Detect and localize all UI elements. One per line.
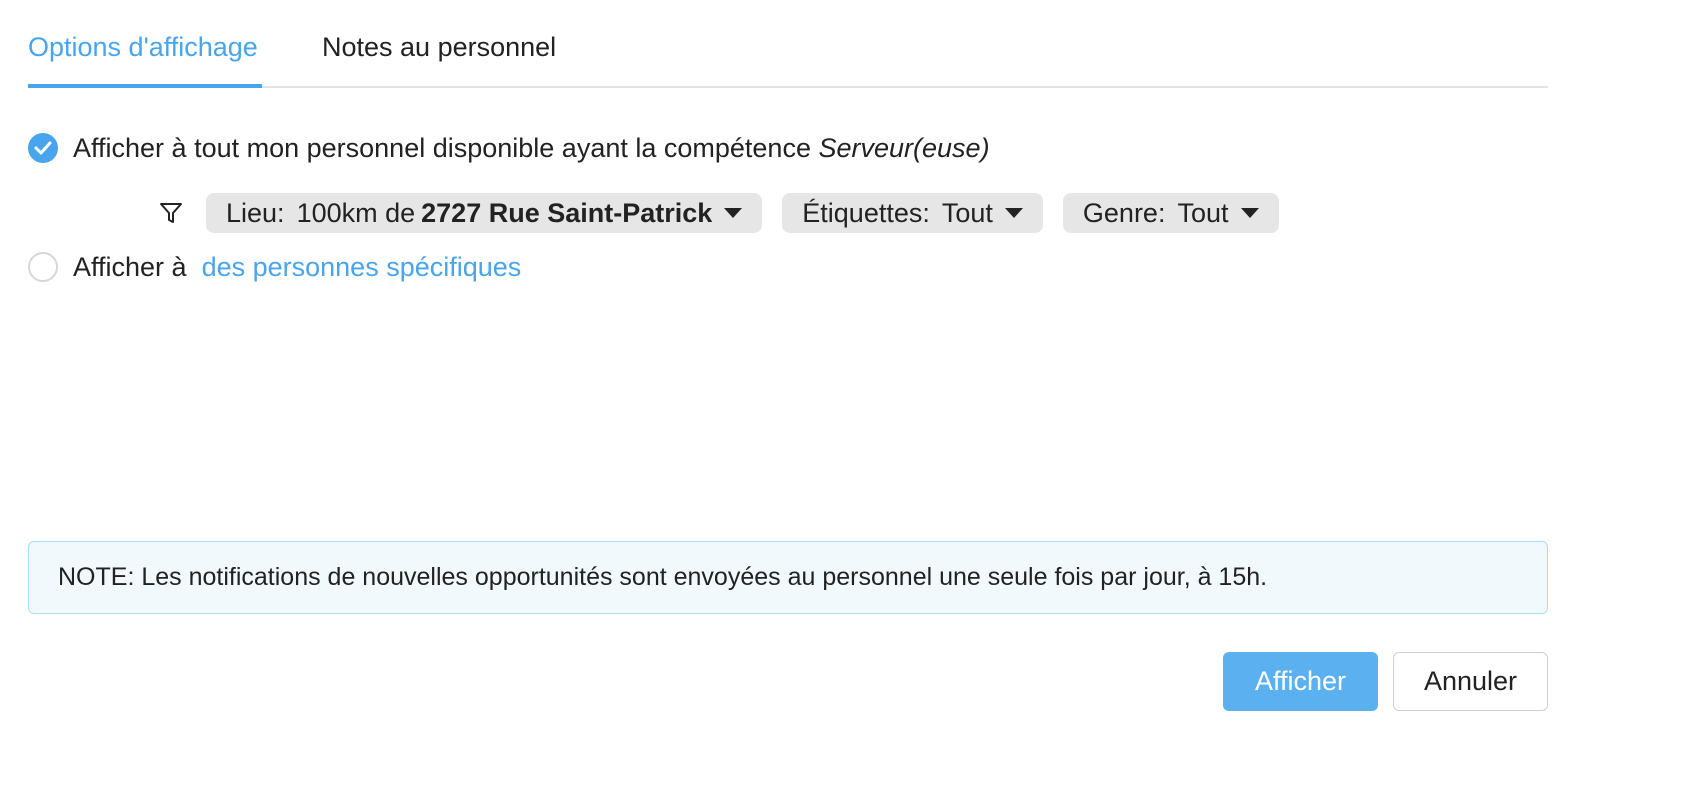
checkmark-icon	[34, 141, 52, 155]
gender-filter-value: Tout	[1177, 197, 1229, 228]
tags-filter-label: Étiquettes:	[802, 197, 930, 228]
show-button[interactable]: Afficher	[1223, 652, 1378, 711]
location-filter-label: Lieu:	[226, 197, 285, 228]
tab-display-options[interactable]: Options d'affichage	[28, 0, 262, 88]
specific-people-link[interactable]: des personnes spécifiques	[202, 252, 522, 283]
all-staff-label: Afficher à tout mon personnel disponible…	[73, 133, 990, 164]
display-options-panel: Options d'affichage Notes au personnel A…	[0, 0, 1688, 796]
tab-staff-notes[interactable]: Notes au personnel	[322, 0, 556, 88]
gender-filter-dropdown[interactable]: Genre: Tout	[1062, 193, 1279, 233]
option-specific-people-row: Afficher à des personnes spécifiques	[28, 250, 521, 284]
caret-down-icon	[1240, 208, 1259, 218]
filter-bar: Lieu: 100km de 2727 Rue Saint-Patrick Ét…	[158, 193, 1299, 233]
tab-bar: Options d'affichage Notes au personnel	[28, 0, 1548, 88]
location-filter-address: 2727 Rue Saint-Patrick	[421, 197, 713, 228]
caret-down-icon	[1004, 208, 1023, 218]
all-staff-label-text: Afficher à tout mon personnel disponible…	[73, 132, 811, 163]
cancel-button[interactable]: Annuler	[1393, 652, 1548, 711]
tags-filter-dropdown[interactable]: Étiquettes: Tout	[782, 193, 1043, 233]
specific-people-label: Afficher à	[73, 251, 187, 282]
skill-name: Serveur(euse)	[818, 132, 990, 163]
filter-icon	[158, 200, 184, 226]
caret-down-icon	[724, 208, 743, 218]
gender-filter-label: Genre:	[1082, 197, 1166, 228]
all-staff-checkbox[interactable]	[28, 133, 58, 163]
specific-people-checkbox[interactable]	[28, 252, 58, 282]
tags-filter-value: Tout	[941, 197, 993, 228]
option-all-staff-row: Afficher à tout mon personnel disponible…	[28, 131, 990, 165]
location-filter-dropdown[interactable]: Lieu: 100km de 2727 Rue Saint-Patrick	[206, 193, 763, 233]
location-filter-distance: 100km de	[296, 197, 416, 228]
notification-note: NOTE: Les notifications de nouvelles opp…	[28, 541, 1548, 614]
